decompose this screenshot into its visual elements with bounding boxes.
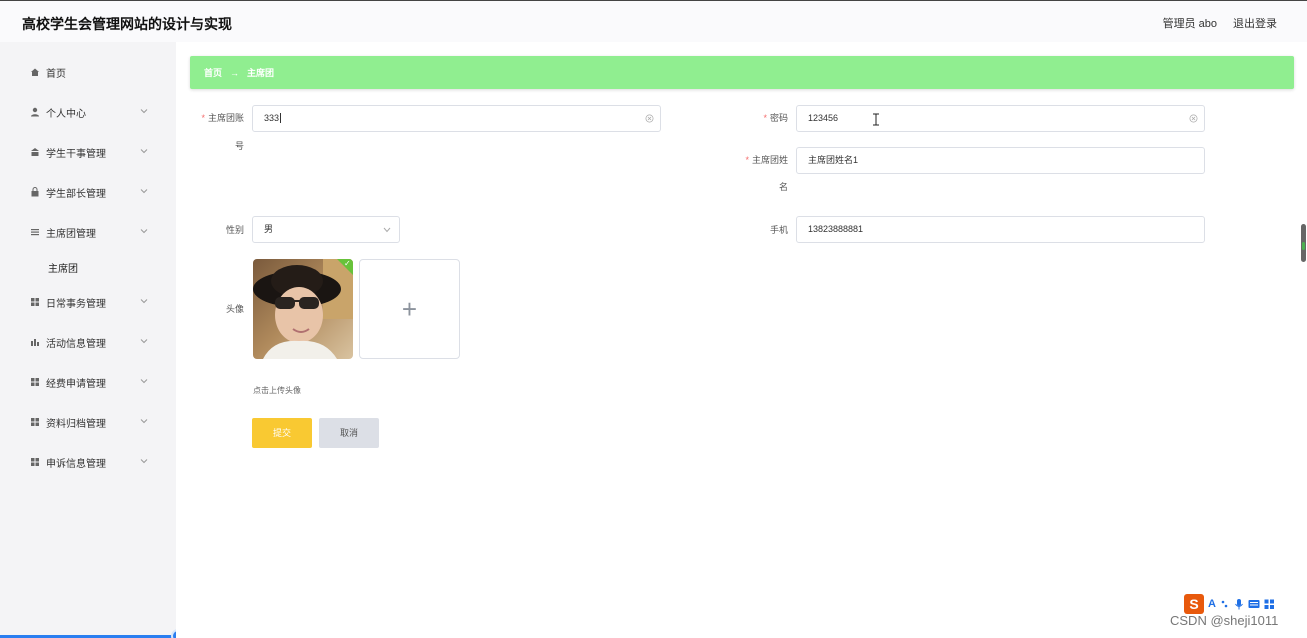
chevron-down-icon	[140, 379, 148, 384]
apps-grid-icon[interactable]	[1264, 599, 1275, 610]
chevron-down-icon	[383, 227, 391, 233]
cancel-button[interactable]: 取消	[319, 418, 379, 448]
chevron-down-icon	[140, 149, 148, 154]
grid-icon	[30, 417, 40, 427]
phone-value: 13823888881	[808, 224, 864, 234]
lock-icon	[30, 187, 40, 197]
sidebar-item-daily-affairs[interactable]: 日常事务管理	[12, 282, 156, 322]
current-user-label: 管理员 abo	[1162, 18, 1217, 30]
chevron-up-icon	[140, 229, 148, 234]
staff-icon	[30, 147, 40, 157]
required-mark: *	[201, 113, 205, 123]
ime-toolbar: S A	[1184, 594, 1275, 614]
breadcrumb-current: 主席团	[247, 68, 275, 78]
page-scrollbar[interactable]	[1301, 224, 1306, 262]
watermark: CSDN @sheji1011	[1170, 613, 1279, 628]
keyboard-icon[interactable]	[1248, 599, 1260, 609]
upload-success-badge: ✓	[337, 259, 353, 275]
breadcrumb: 首页 → 主席团	[190, 56, 1294, 89]
sidebar: 首页 个人中心 学生干事管理 学生部长管理 主席团管理 主席团 日常事务管理 活…	[0, 42, 185, 638]
grid-icon	[30, 377, 40, 387]
text-cursor-icon	[873, 113, 879, 126]
check-icon: ✓	[344, 259, 351, 268]
chevron-down-icon	[140, 459, 148, 464]
avatar-image[interactable]: ✓	[253, 259, 353, 359]
text-caret	[280, 113, 282, 123]
home-icon	[30, 67, 40, 77]
sidebar-item-student-staff[interactable]: 学生干事管理	[12, 132, 156, 172]
sidebar-item-label: 首页	[46, 68, 66, 80]
account-label-wrap: 号	[234, 141, 244, 151]
sidebar-item-label: 经费申请管理	[46, 378, 106, 390]
gender-select[interactable]: 男	[252, 216, 400, 243]
submit-button[interactable]: 提交	[252, 418, 312, 448]
grid-icon	[30, 297, 40, 307]
account-value: 333	[264, 113, 280, 123]
sidebar-item-label: 个人中心	[46, 108, 86, 120]
chevron-down-icon	[140, 189, 148, 194]
ime-mode[interactable]: A	[1208, 598, 1216, 610]
microphone-icon[interactable]	[1234, 598, 1244, 610]
menu-icon	[30, 227, 40, 237]
sidebar-item-fund-application[interactable]: 经费申请管理	[12, 362, 156, 402]
gender-value: 男	[264, 224, 274, 234]
sidebar-item-appeal-info[interactable]: 申诉信息管理	[12, 442, 156, 482]
sidebar-item-label: 学生部长管理	[46, 188, 106, 200]
phone-label: 手机	[769, 225, 788, 235]
sidebar-item-presidium-management[interactable]: 主席团管理	[12, 212, 156, 252]
phone-input[interactable]: 13823888881	[796, 216, 1205, 243]
app-title: 高校学生会管理网站的设计与实现	[22, 16, 232, 32]
punctuation-icon[interactable]	[1220, 599, 1230, 609]
account-label: * 主席团账	[196, 104, 244, 132]
user-icon	[30, 107, 40, 117]
sidebar-item-home[interactable]: 首页	[12, 52, 156, 92]
password-label-text: 密码	[769, 113, 788, 123]
required-mark: *	[763, 113, 767, 123]
main-content: 首页 → 主席团 * 主席团账 号 333 * 密码 123456 * 主席团姓 名 …	[176, 42, 1307, 638]
password-label: * 密码	[736, 104, 788, 132]
header-actions: 管理员 abo 退出登录	[1163, 15, 1277, 31]
ime-logo[interactable]: S	[1184, 594, 1204, 614]
sidebar-item-label: 活动信息管理	[46, 338, 106, 350]
name-label-text: 主席团姓	[751, 155, 788, 165]
name-label: * 主席团姓	[736, 146, 788, 174]
gender-label: 性别	[225, 225, 244, 235]
sidebar-item-student-minister[interactable]: 学生部长管理	[12, 172, 156, 212]
sidebar-item-label: 学生干事管理	[46, 148, 106, 160]
password-value: 123456	[808, 113, 839, 123]
account-input[interactable]: 333	[252, 105, 661, 132]
sidebar-item-label: 日常事务管理	[46, 298, 106, 310]
required-mark: *	[745, 155, 749, 165]
upload-button[interactable]: +	[359, 259, 460, 359]
avatar-label: 头像	[225, 304, 244, 314]
account-label-text: 主席团账	[207, 113, 244, 123]
name-input[interactable]: 主席团姓名1	[796, 147, 1205, 174]
upload-tip: 点击上传头像	[253, 386, 301, 395]
clear-icon[interactable]	[1189, 114, 1198, 123]
name-label-wrap: 名	[778, 182, 788, 192]
chart-icon	[30, 337, 40, 347]
chevron-down-icon	[140, 109, 148, 114]
grid-icon	[30, 457, 40, 467]
breadcrumb-home[interactable]: 首页	[204, 66, 222, 79]
name-value: 主席团姓名1	[808, 155, 859, 165]
sidebar-item-archive[interactable]: 资料归档管理	[12, 402, 156, 442]
chevron-down-icon	[140, 339, 148, 344]
breadcrumb-separator: →	[230, 67, 240, 78]
sidebar-item-activity-info[interactable]: 活动信息管理	[12, 322, 156, 362]
password-input[interactable]: 123456	[796, 105, 1205, 132]
sidebar-item-label: 申诉信息管理	[46, 458, 106, 470]
sidebar-item-personal-center[interactable]: 个人中心	[12, 92, 156, 132]
sidebar-item-label: 资料归档管理	[46, 418, 106, 430]
plus-icon: +	[401, 293, 418, 324]
chevron-down-icon	[140, 299, 148, 304]
sidebar-item-label: 主席团管理	[46, 228, 96, 240]
chevron-down-icon	[140, 419, 148, 424]
clear-icon[interactable]	[645, 114, 654, 123]
sidebar-menu: 首页 个人中心 学生干事管理 学生部长管理 主席团管理 主席团 日常事务管理 活…	[12, 52, 156, 482]
logout-link[interactable]: 退出登录	[1233, 15, 1277, 31]
top-header: 高校学生会管理网站的设计与实现 管理员 abo 退出登录	[0, 0, 1307, 42]
sidebar-subitem-presidium[interactable]: 主席团	[12, 252, 156, 282]
